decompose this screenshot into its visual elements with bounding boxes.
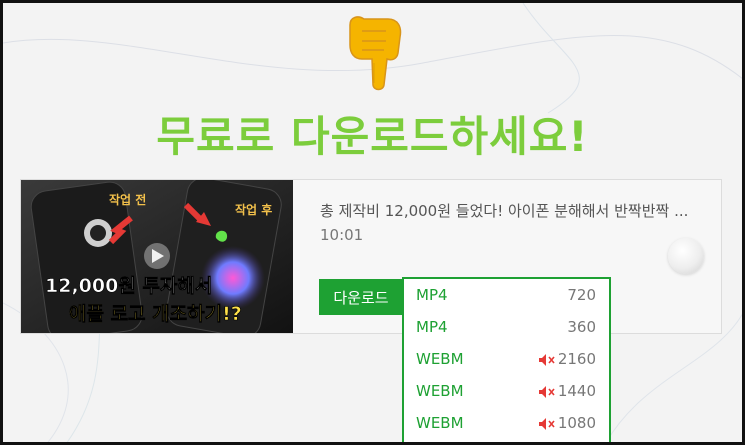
thumbnail-caption-line2: 애플 로고 개조하기!? [69, 303, 242, 325]
quality-label: 1080 [557, 414, 596, 432]
video-title: 총 제작비 12,000원 들었다! 아이폰 분해해서 반짝반짝 ... [320, 202, 689, 220]
format-label: MP4 [416, 318, 448, 336]
quality-label: 720 [567, 286, 596, 304]
format-option-mp4-360[interactable]: MP4 360 [404, 311, 609, 343]
quality-label: 2160 [557, 350, 596, 368]
format-option-mp4-720[interactable]: MP4 720 [404, 279, 609, 311]
format-label: WEBM [416, 382, 464, 400]
thumbnail-label-after: 작업 후 [235, 202, 272, 217]
format-option-webm-2160[interactable]: WEBM 2160 [404, 343, 609, 375]
page-frame: 무료로 다운로드하세요! 작업 전 작업 후 12,000원 투자해서 애플 로… [0, 0, 745, 445]
format-label: WEBM [416, 414, 464, 432]
format-option-webm-1440[interactable]: WEBM 1440 [404, 375, 609, 407]
format-option-webm-1080[interactable]: WEBM 1080 [404, 407, 609, 439]
page-headline: 무료로 다운로드하세요! [156, 112, 589, 161]
muted-speaker-icon [538, 352, 556, 366]
decorative-sphere [668, 238, 704, 274]
thumbnail-caption-line1: 12,000원 투자해서 [45, 275, 212, 297]
format-label: MP4 [416, 286, 448, 304]
format-dropdown: MP4 720 MP4 360 WEBM 2160 WEBM 1440 WEBM… [402, 277, 611, 442]
format-label: WEBM [416, 350, 464, 368]
muted-speaker-icon [538, 384, 556, 398]
thumbnail-label-before: 작업 전 [109, 192, 146, 207]
quality-label: 360 [567, 318, 596, 336]
video-duration: 10:01 [320, 226, 364, 244]
quality-label: 1440 [557, 382, 596, 400]
muted-speaker-icon [538, 416, 556, 430]
video-thumbnail[interactable]: 작업 전 작업 후 12,000원 투자해서 애플 로고 개조하기!? [21, 180, 293, 333]
video-card: 작업 전 작업 후 12,000원 투자해서 애플 로고 개조하기!? 총 제작… [20, 179, 722, 334]
pointing-down-hand-icon [340, 13, 410, 91]
download-button[interactable]: 다운로드 [319, 279, 403, 315]
